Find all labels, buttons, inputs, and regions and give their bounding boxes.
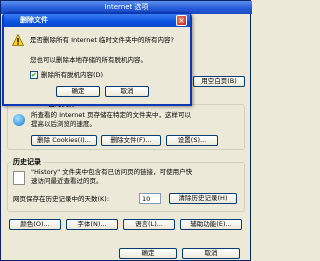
history-days-spinner[interactable]: 10	[139, 193, 161, 204]
languages-button[interactable]: 语言(L)...	[123, 219, 175, 230]
dialog-question: 是否删除所有 Internet 临时文件夹中的所有内容?	[30, 36, 174, 44]
settings-button[interactable]: 设置(S)...	[166, 135, 218, 146]
history-desc-line2: 速访问最近查看过的页。	[31, 177, 103, 185]
dialog-note: 您也可以删除本地存储的所有脱机内容。	[30, 56, 147, 64]
history-days-label: 网页保存在历史记录中的天数(K):	[13, 195, 110, 203]
accessibility-button[interactable]: 辅助功能(E)...	[180, 219, 242, 230]
warning-icon	[12, 34, 24, 46]
use-blank-button[interactable]: 用空白页(B)	[193, 76, 245, 87]
dialog-title: 删除文件	[4, 14, 190, 27]
delete-files-button[interactable]: 删除文件(F)...	[101, 135, 161, 146]
history-days-value: 10	[142, 195, 151, 203]
delete-files-dialog: 删除文件 × 是否删除所有 Internet 临时文件夹中的所有内容? 您也可以…	[2, 12, 192, 106]
delete-offline-checkbox[interactable]: ✔	[30, 71, 38, 79]
colors-button[interactable]: 颜色(O)...	[9, 219, 61, 230]
delete-cookies-button[interactable]: 删除 Cookies(I)...	[31, 135, 97, 146]
dialog-cancel-button[interactable]: 取消	[105, 86, 149, 97]
globe-icon	[13, 114, 25, 126]
temp-files-desc-line1: 所查看的 Internet 页存储在特定的文件夹中，这样可以	[31, 111, 191, 119]
fonts-button[interactable]: 字体(N)...	[66, 219, 118, 230]
temp-files-desc-line2: 提高以后浏览的速度。	[31, 120, 96, 128]
dialog-ok-button[interactable]: 确定	[56, 86, 100, 97]
main-cancel-button[interactable]: 取消	[182, 248, 240, 259]
history-group-label: 历史记录	[11, 157, 43, 167]
clear-history-button[interactable]: 清除历史记录(H)	[169, 193, 237, 204]
delete-offline-label[interactable]: 删除所有脱机内容(D)	[41, 71, 103, 79]
main-ok-button[interactable]: 确定	[119, 248, 177, 259]
close-icon[interactable]: ×	[176, 15, 187, 26]
history-page-icon	[13, 171, 25, 185]
history-desc-line1: "History" 文件夹中包含有已访问页的链接，可使用户快	[31, 168, 193, 176]
